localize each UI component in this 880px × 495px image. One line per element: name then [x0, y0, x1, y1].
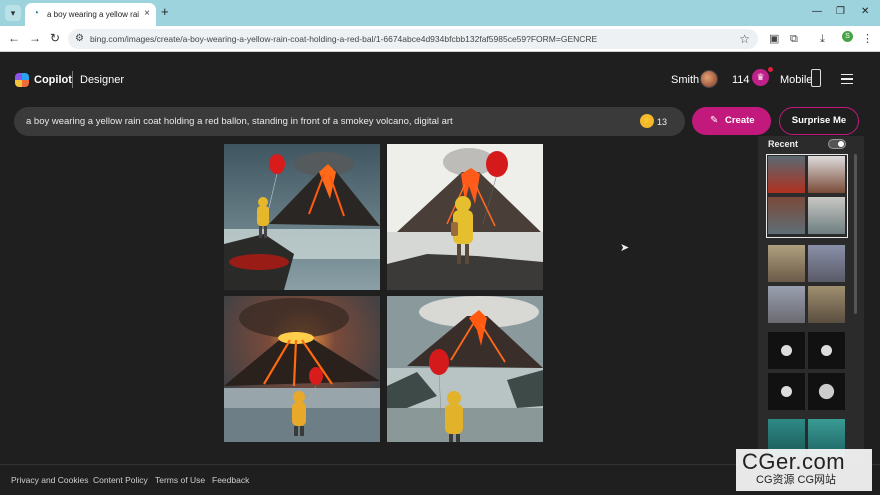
recent-toggle[interactable] [828, 139, 846, 149]
download-icon[interactable]: ⤓ [820, 31, 825, 47]
recent-item-logos[interactable] [768, 332, 846, 412]
prompt-text[interactable]: a boy wearing a yellow rain coat holding… [26, 116, 453, 128]
watermark-main: CGer.com [742, 449, 846, 474]
recent-thumb [808, 286, 845, 323]
recent-thumb [768, 245, 805, 282]
tab-search-icon[interactable]: ▾ [5, 5, 21, 21]
recent-scrollbar[interactable] [854, 154, 857, 314]
extensions-puzzle-icon[interactable]: ⧉ [790, 31, 798, 47]
footer-feedback-link[interactable]: Feedback [212, 475, 249, 486]
generated-image-1[interactable] [224, 144, 380, 290]
rewards-count[interactable]: 114 [732, 73, 750, 87]
footer-content-policy-link[interactable]: Content Policy [93, 475, 148, 486]
recent-thumb [768, 156, 805, 193]
brand-divider [72, 71, 73, 88]
create-button[interactable]: ✎ Create [692, 107, 771, 135]
profile-avatar[interactable]: S [842, 31, 853, 42]
extension-icon[interactable]: ▣ [769, 31, 779, 47]
prompt-input[interactable]: a boy wearing a yellow rain coat holding… [14, 107, 685, 136]
recent-title: Recent [768, 139, 799, 149]
back-icon[interactable]: ← [8, 30, 20, 46]
generated-image-3[interactable] [224, 296, 380, 442]
app-header: Copilot Designer Smith 114 ♛ Mobile [0, 52, 880, 106]
forward-icon[interactable]: → [29, 30, 41, 46]
create-label: Create [725, 115, 755, 126]
recent-thumb [808, 156, 845, 193]
copilot-logo-icon[interactable] [15, 73, 29, 87]
bookmark-star-icon[interactable]: ☆ [739, 31, 750, 47]
rewards-trophy-icon[interactable]: ♛ [752, 69, 769, 86]
recent-thumb [768, 332, 805, 369]
address-bar[interactable]: ⚙ bing.com/images/create/a-boy-wearing-a… [68, 29, 758, 49]
rewards-notification-dot [768, 67, 773, 72]
recent-thumb [768, 197, 805, 234]
recent-thumb [808, 197, 845, 234]
user-name[interactable]: Smith [671, 73, 699, 87]
browser-tabstrip: ▾ ◔ a boy wearing a yellow rain coat × +… [0, 0, 880, 26]
tab-close-icon[interactable]: × [144, 8, 150, 20]
recent-thumb [808, 245, 845, 282]
minimize-icon[interactable]: — [812, 5, 822, 19]
create-icon: ✎ [710, 115, 719, 126]
footer-terms-link[interactable]: Terms of Use [155, 475, 205, 486]
mobile-label[interactable]: Mobile [780, 73, 812, 87]
recent-thumb [768, 286, 805, 323]
window-close-icon[interactable]: ✕ [861, 5, 869, 19]
recent-thumb [808, 373, 845, 410]
boost-coin-icon[interactable]: ⚡ [640, 114, 654, 128]
watermark-sub: CG资源 CG网站 [756, 474, 837, 486]
mouse-cursor-icon: ➤ [620, 242, 630, 254]
reload-icon[interactable]: ↻ [50, 30, 60, 46]
browser-menu-icon[interactable]: ⋮ [862, 31, 873, 47]
generated-image-2[interactable] [387, 144, 543, 290]
bing-favicon-icon: ◔ [33, 8, 40, 19]
brand-name[interactable]: Copilot [34, 73, 72, 87]
mobile-phone-icon[interactable] [811, 69, 821, 87]
watermark: CGer.com CG资源 CG网站 [736, 449, 872, 491]
restore-icon[interactable]: ❐ [836, 5, 845, 19]
site-info-icon[interactable]: ⚙ [75, 32, 84, 46]
recent-panel: Recent [758, 136, 864, 466]
footer-privacy-link[interactable]: Privacy and Cookies [11, 475, 88, 486]
recent-thumb [808, 332, 845, 369]
tab-title: a boy wearing a yellow rain coat [47, 10, 139, 19]
designer-link[interactable]: Designer [80, 73, 124, 87]
browser-tab-active[interactable]: ◔ a boy wearing a yellow rain coat × [25, 3, 156, 26]
url-text: bing.com/images/create/a-boy-wearing-a-y… [90, 34, 598, 44]
recent-thumb [768, 373, 805, 410]
surprise-me-button[interactable]: Surprise Me [779, 107, 859, 135]
new-tab-button[interactable]: + [161, 4, 169, 20]
hamburger-menu-icon[interactable] [841, 74, 853, 84]
generated-image-4[interactable] [387, 296, 543, 442]
recent-item-volcano-boy[interactable] [766, 154, 848, 238]
browser-toolbar: ← → ↻ ⚙ bing.com/images/create/a-boy-wea… [0, 26, 880, 52]
user-avatar[interactable] [700, 70, 718, 88]
recent-item-crowd[interactable] [768, 245, 846, 325]
boost-count: 13 [657, 117, 668, 127]
